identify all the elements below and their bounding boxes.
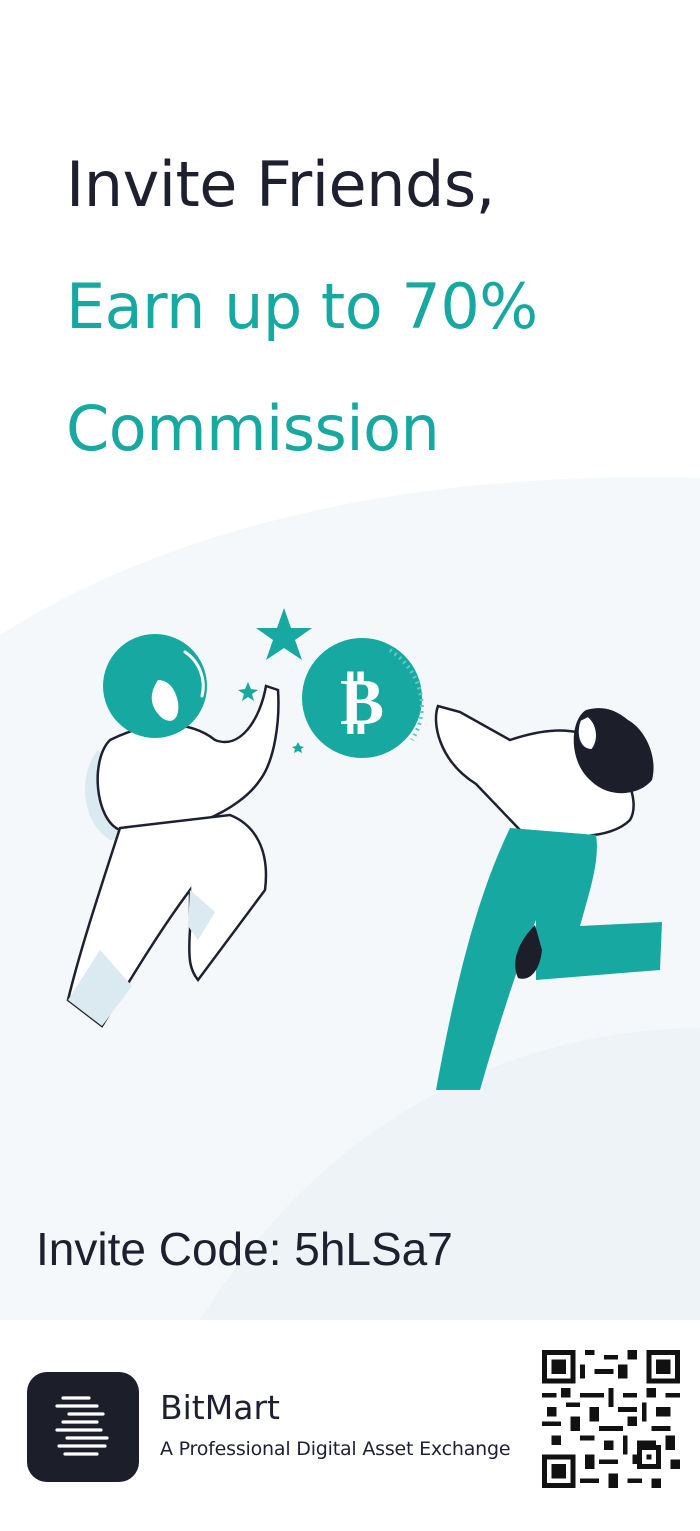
brand-tagline: A Professional Digital Asset Exchange — [160, 1438, 511, 1460]
invite-code: Invite Code: 5hLSa7 — [36, 1223, 453, 1275]
woman-figure — [434, 704, 662, 1090]
sparkle-icon — [238, 682, 258, 701]
bitcoin-icon: ₿ — [302, 638, 424, 758]
star-icon — [256, 608, 312, 660]
bitmart-logo-icon — [27, 1372, 139, 1482]
headline-line-1: Invite Friends, — [66, 148, 495, 221]
hero-illustration: ₿ — [66, 608, 662, 1090]
svg-text:₿: ₿ — [340, 663, 384, 740]
headline-line-3: Commission — [66, 392, 440, 465]
brand-name: BitMart — [160, 1388, 280, 1427]
qr-code[interactable] — [542, 1350, 680, 1488]
headline-line-2: Earn up to 70% — [66, 270, 538, 343]
sparkle-icon — [292, 742, 304, 753]
footer: BitMart A Professional Digital Asset Exc… — [0, 1320, 700, 1531]
